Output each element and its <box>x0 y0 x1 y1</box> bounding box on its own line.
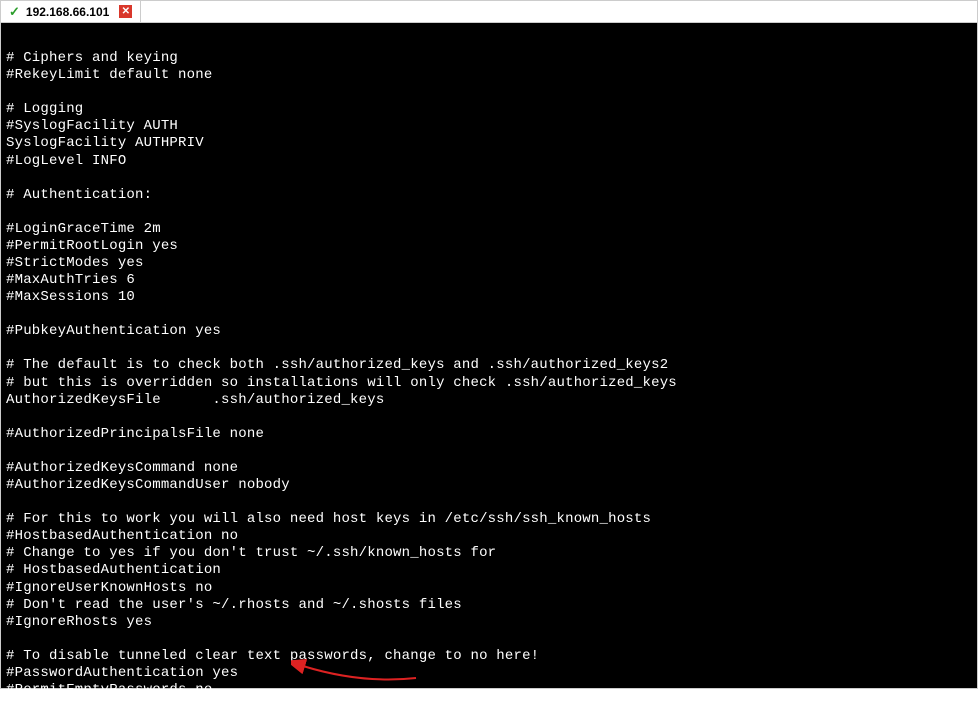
tab-bar: ✓ 192.168.66.101 ✕ <box>1 1 977 23</box>
terminal-line: #StrictModes yes <box>6 255 144 271</box>
terminal-line: AuthorizedKeysFile .ssh/authorized_keys <box>6 392 384 408</box>
terminal-line: #SyslogFacility AUTH <box>6 118 178 134</box>
terminal-line: #AuthorizedPrincipalsFile none <box>6 426 264 442</box>
terminal-line: #HostbasedAuthentication no <box>6 528 238 544</box>
terminal-line: #AuthorizedKeysCommand none <box>6 460 238 476</box>
tab-title: 192.168.66.101 <box>26 5 109 19</box>
terminal-line: #MaxSessions 10 <box>6 289 135 305</box>
terminal-line: # HostbasedAuthentication <box>6 562 221 578</box>
connected-check-icon: ✓ <box>9 4 20 20</box>
terminal-line: # For this to work you will also need ho… <box>6 511 651 527</box>
terminal-line: # Don't read the user's ~/.rhosts and ~/… <box>6 597 462 613</box>
terminal-output[interactable]: # Ciphers and keying #RekeyLimit default… <box>1 23 977 688</box>
terminal-line: #PubkeyAuthentication yes <box>6 323 221 339</box>
terminal-line: #LoginGraceTime 2m <box>6 221 161 237</box>
terminal-line: # Ciphers and keying <box>6 50 178 66</box>
terminal-line: # Authentication: <box>6 187 152 203</box>
terminal-line: #PasswordAuthentication yes <box>6 665 238 681</box>
terminal-line: #PermitEmptyPasswords no <box>6 682 212 698</box>
terminal-line: # The default is to check both .ssh/auth… <box>6 357 668 373</box>
terminal-line: # To disable tunneled clear text passwor… <box>6 648 539 664</box>
session-tab[interactable]: ✓ 192.168.66.101 ✕ <box>1 1 141 22</box>
terminal-line: #PermitRootLogin yes <box>6 238 178 254</box>
terminal-line: #IgnoreUserKnownHosts no <box>6 580 212 596</box>
terminal-line: #AuthorizedKeysCommandUser nobody <box>6 477 290 493</box>
terminal-line: # Change to yes if you don't trust ~/.ss… <box>6 545 496 561</box>
terminal-line: PasswordAuthentication yes <box>6 699 230 715</box>
terminal-line: #IgnoreRhosts yes <box>6 614 152 630</box>
terminal-line: SyslogFacility AUTHPRIV <box>6 135 204 151</box>
terminal-line: #LogLevel INFO <box>6 153 126 169</box>
terminal-line: # Logging <box>6 101 83 117</box>
close-tab-button[interactable]: ✕ <box>119 5 132 18</box>
terminal-line: #RekeyLimit default none <box>6 67 212 83</box>
terminal-line: # but this is overridden so installation… <box>6 375 677 391</box>
terminal-line: #MaxAuthTries 6 <box>6 272 135 288</box>
